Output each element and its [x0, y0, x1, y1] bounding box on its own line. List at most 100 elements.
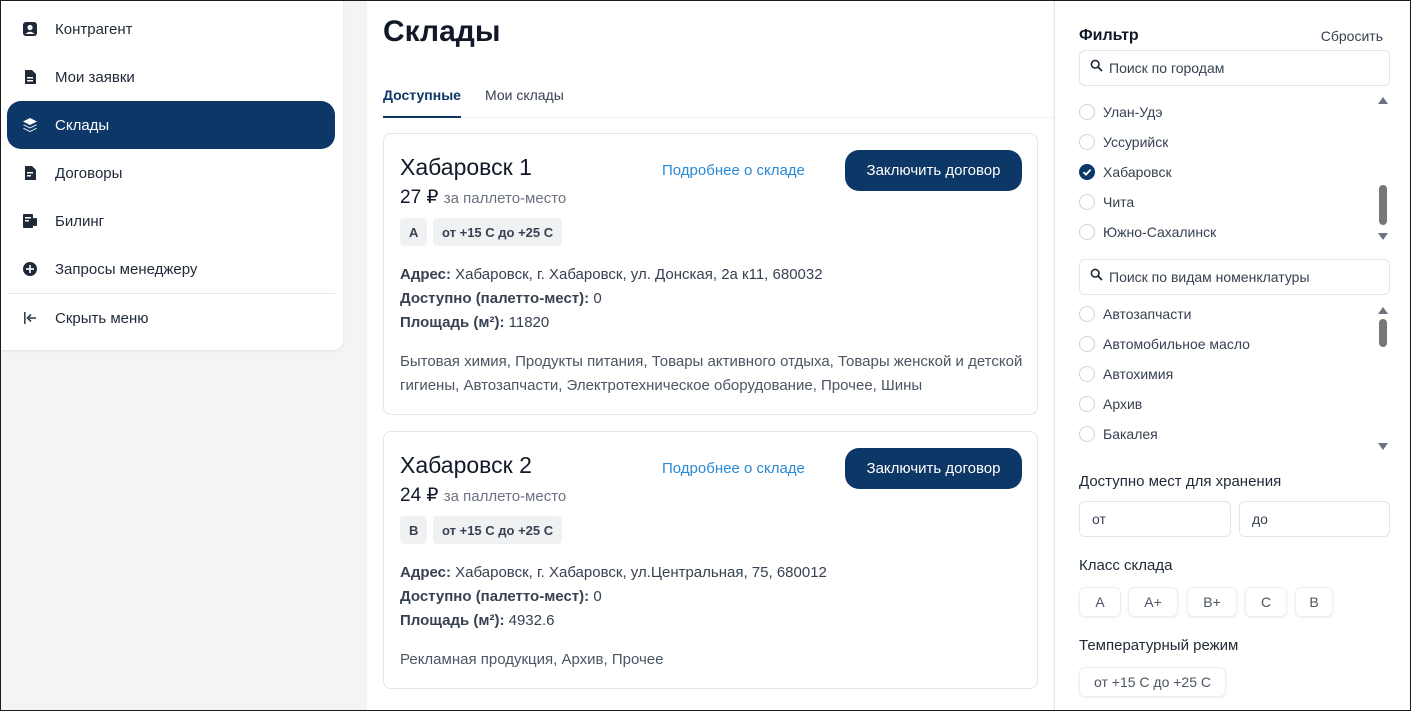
scrollbar-thumb[interactable] — [1379, 319, 1387, 347]
temperature-chip[interactable]: от +15 С до +25 С — [1079, 667, 1226, 697]
sidebar-item-kontragent[interactable]: Контрагент — [7, 5, 335, 53]
checkbox[interactable] — [1079, 134, 1095, 150]
warehouse-card: Хабаровск 2 24 ₽ за паллето-место Подроб… — [383, 431, 1038, 689]
check-icon — [1082, 168, 1092, 176]
price-value: 27 ₽ — [400, 187, 439, 208]
warehouse-name: Хабаровск 2 — [400, 452, 532, 478]
warehouse-details-link[interactable]: Подробнее о складе — [662, 162, 805, 179]
page-title: Склады — [383, 15, 501, 48]
tab-available[interactable]: Доступные — [383, 87, 461, 118]
sidebar-item-label: Запросы менеджеру — [55, 260, 198, 278]
nomenclature-option-label: Автозапчасти — [1103, 306, 1192, 322]
area-value: 11820 — [508, 314, 550, 331]
billing-icon — [21, 212, 39, 230]
warehouse-price: 24 ₽ за паллето-место — [400, 484, 566, 507]
available-line: Доступно (палетто-мест): 0 — [400, 290, 602, 307]
nomenclature-option-label: Автохимия — [1103, 366, 1174, 382]
scroll-down-icon[interactable] — [1378, 233, 1388, 240]
nomenclature-list-scrollbar[interactable] — [1378, 307, 1388, 450]
sidebar-item-warehouses[interactable]: Склады — [7, 101, 335, 149]
scroll-up-icon[interactable] — [1378, 97, 1388, 104]
class-chip-a[interactable]: А — [1079, 587, 1121, 617]
search-icon — [1090, 59, 1103, 77]
nomenclature-search[interactable] — [1079, 259, 1390, 295]
checkbox[interactable] — [1079, 194, 1095, 210]
class-chip-c[interactable]: С — [1245, 587, 1287, 617]
tabs: Доступные Мои склады — [383, 85, 1053, 118]
city-option[interactable]: Чита — [1079, 191, 1134, 213]
search-icon — [1090, 268, 1103, 286]
temperature-mode-label: Температурный режим — [1079, 637, 1239, 654]
sidebar-item-label: Договоры — [55, 164, 123, 182]
hide-menu-label: Скрыть меню — [55, 309, 149, 327]
user-square-icon — [21, 20, 39, 38]
storage-from-input[interactable] — [1079, 501, 1231, 537]
city-search[interactable] — [1079, 50, 1390, 86]
available-label: Доступно (палетто-мест): — [400, 588, 590, 605]
nomenclature-option[interactable]: Бакалея — [1079, 423, 1158, 445]
layers-icon — [21, 116, 39, 134]
city-option[interactable]: Уссурийск — [1079, 131, 1168, 153]
available-value: 0 — [593, 588, 602, 605]
contract-icon — [21, 164, 39, 182]
checkbox[interactable] — [1079, 224, 1095, 240]
nomenclature-option[interactable]: Автозапчасти — [1079, 303, 1191, 325]
temperature-badge: от +15 С до +25 С — [433, 218, 563, 246]
document-icon — [21, 68, 39, 86]
sidebar-item-my-requests[interactable]: Мои заявки — [7, 53, 335, 101]
area-label: Площадь (м²): — [400, 314, 505, 331]
class-chip-b-plus[interactable]: В+ — [1187, 587, 1237, 617]
warehouse-card: Хабаровск 1 27 ₽ за паллето-место Подроб… — [383, 133, 1038, 415]
storage-places-label: Доступно мест для хранения — [1079, 473, 1282, 490]
plus-circle-icon — [21, 260, 39, 278]
available-value: 0 — [593, 290, 602, 307]
address-value: Хабаровск, г. Хабаровск, ул. Донская, 2а… — [455, 266, 823, 283]
sidebar-item-label: Билинг — [55, 212, 105, 230]
available-line: Доступно (палетто-мест): 0 — [400, 588, 602, 605]
storage-to-input[interactable] — [1239, 501, 1390, 537]
nomenclature-option-label: Архив — [1103, 396, 1143, 412]
nomenclature-option[interactable]: Архив — [1079, 393, 1142, 415]
city-option[interactable]: Хабаровск — [1079, 161, 1172, 183]
checkbox[interactable] — [1079, 104, 1095, 120]
class-badge: А — [400, 218, 428, 246]
class-chip-a-plus[interactable]: А+ — [1128, 587, 1178, 617]
checkbox[interactable] — [1079, 306, 1095, 322]
checkbox[interactable] — [1079, 426, 1095, 442]
city-option-label: Южно-Сахалинск — [1103, 224, 1217, 240]
checkbox-checked[interactable] — [1079, 164, 1095, 180]
sign-contract-button[interactable]: Заключить договор — [845, 150, 1022, 191]
warehouse-categories: Рекламная продукция, Архив, Прочее — [400, 651, 664, 668]
scrollbar-thumb[interactable] — [1379, 185, 1387, 225]
checkbox[interactable] — [1079, 396, 1095, 412]
scroll-down-icon[interactable] — [1378, 443, 1388, 450]
sidebar-item-contracts[interactable]: Договоры — [7, 149, 335, 197]
address-label: Адрес: — [400, 266, 451, 283]
area-value: 4932.6 — [508, 612, 555, 629]
city-list-scrollbar[interactable] — [1378, 97, 1388, 240]
tab-my-warehouses[interactable]: Мои склады — [485, 87, 564, 116]
class-badge: В — [400, 516, 428, 544]
class-chip-b[interactable]: В — [1295, 587, 1333, 617]
sidebar-item-label: Склады — [55, 116, 110, 134]
sidebar-item-label: Мои заявки — [55, 68, 135, 86]
city-option[interactable]: Южно-Сахалинск — [1079, 221, 1216, 243]
sidebar-item-billing[interactable]: Билинг — [7, 197, 335, 245]
warehouse-categories: Бытовая химия, Продукты питания, Товары … — [400, 353, 1023, 394]
checkbox[interactable] — [1079, 366, 1095, 382]
main-content: Склады Доступные Мои склады Хабаровск 1 … — [367, 1, 1053, 710]
price-value: 24 ₽ — [400, 485, 439, 506]
reset-filter-button[interactable]: Сбросить — [1321, 28, 1383, 44]
area-line: Площадь (м²): 11820 — [400, 314, 549, 331]
sidebar-item-manager-requests[interactable]: Запросы менеджеру — [7, 245, 335, 293]
nomenclature-option[interactable]: Автомобильное масло — [1079, 333, 1250, 355]
checkbox[interactable] — [1079, 336, 1095, 352]
nomenclature-search-input[interactable] — [1109, 269, 1379, 285]
city-option[interactable]: Улан-Удэ — [1079, 101, 1163, 123]
scroll-up-icon[interactable] — [1378, 307, 1388, 314]
city-search-input[interactable] — [1109, 60, 1379, 76]
hide-menu-button[interactable]: Скрыть меню — [7, 294, 335, 342]
warehouse-details-link[interactable]: Подробнее о складе — [662, 460, 805, 477]
sign-contract-button[interactable]: Заключить договор — [845, 448, 1022, 489]
nomenclature-option[interactable]: Автохимия — [1079, 363, 1173, 385]
